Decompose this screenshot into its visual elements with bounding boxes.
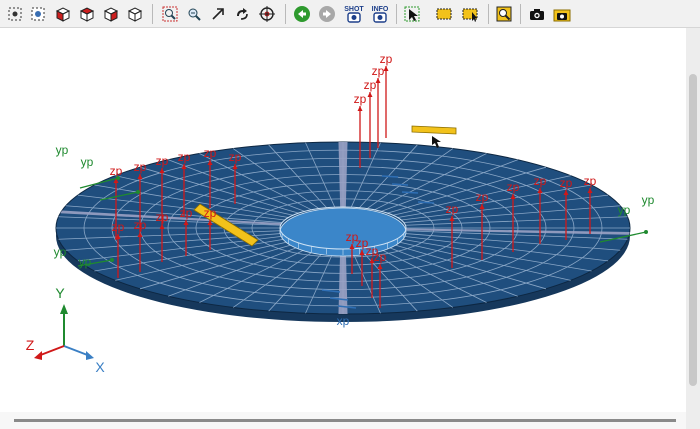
xp-arrow: [417, 201, 435, 204]
yp-label: yp: [79, 255, 92, 269]
triad-z-label: Z: [26, 337, 35, 353]
vertical-scroll-thumb[interactable]: [689, 74, 697, 386]
select-nodes-icon[interactable]: [28, 4, 48, 24]
zp-label: zp: [156, 210, 169, 224]
zoom-out-icon[interactable]: [184, 4, 204, 24]
yp-arrow-head: [116, 176, 120, 180]
yp-arrow-head: [136, 190, 140, 194]
zp-label: zp: [180, 206, 193, 220]
yp-arrow-head: [110, 258, 114, 262]
zp-label: zp: [446, 202, 459, 216]
3d-viewport[interactable]: zp zp zp zp zp zp zp zp zp zp zp zp zp zp zp zp zp zp zp zp…: [0, 28, 686, 412]
triad-y-label: Y: [55, 285, 65, 301]
zp-label: zp: [560, 176, 573, 190]
zp-arrow-head: [357, 106, 363, 111]
view-iso-icon[interactable]: [125, 4, 145, 24]
xp-arrow: [391, 183, 409, 186]
horizontal-scrollbar[interactable]: [0, 412, 686, 429]
yp-label: yp: [54, 245, 67, 259]
yp-label: yp: [56, 143, 69, 157]
info-label: INFO: [372, 6, 389, 13]
triad-z-head: [34, 351, 42, 360]
pan-icon[interactable]: [208, 4, 228, 24]
view-top-icon[interactable]: [77, 4, 97, 24]
toolbar-separator: [152, 4, 153, 24]
zp-label: zp: [134, 160, 147, 174]
info-icon[interactable]: INFO: [368, 4, 392, 24]
toolbar-separator: [520, 4, 521, 24]
view-front-icon[interactable]: [53, 4, 73, 24]
view-side-icon[interactable]: [101, 4, 121, 24]
vertical-scrollbar[interactable]: [686, 28, 700, 429]
toolbar-separator: [488, 4, 489, 24]
select-all-icon[interactable]: [5, 4, 25, 24]
center-view-icon[interactable]: [257, 4, 277, 24]
toolbar: SHOT INFO: [0, 0, 700, 28]
triad-x-label: X: [95, 359, 105, 375]
xp-arrow: [401, 191, 419, 194]
zp-label: zp: [374, 250, 387, 264]
search-zoom-icon[interactable]: [494, 4, 514, 24]
horizontal-scroll-thumb[interactable]: [14, 419, 676, 422]
zoom-window-icon[interactable]: [160, 4, 180, 24]
zp-label: zp: [380, 52, 393, 66]
box-select-icon[interactable]: [434, 4, 454, 24]
zp-label: zp: [178, 150, 191, 164]
zp-label: zp: [507, 180, 520, 194]
zp-label: zp: [204, 206, 217, 220]
shot-label: SHOT: [344, 6, 364, 13]
zp-label: zp: [372, 64, 385, 78]
zp-label: zp: [534, 174, 547, 188]
zp-label: zp: [112, 220, 125, 234]
rotate-icon[interactable]: [232, 4, 252, 24]
highlighted-element: [411, 125, 457, 135]
zp-label: zp: [156, 154, 169, 168]
toolbar-separator: [285, 4, 286, 24]
zp-label: zp: [110, 164, 123, 178]
zp-label: zp: [584, 174, 597, 188]
back-arrow-icon[interactable]: [292, 4, 312, 24]
zp-label: zp: [476, 190, 489, 204]
zp-label: zp: [354, 92, 367, 106]
zp-label: zp: [134, 218, 147, 232]
shot-icon[interactable]: SHOT: [342, 4, 366, 24]
xp-label: xp: [337, 314, 350, 328]
zp-arrow-head: [367, 92, 373, 97]
camera-folder-icon[interactable]: [552, 4, 572, 24]
forward-arrow-icon[interactable]: [317, 4, 337, 24]
camera-icon[interactable]: [527, 4, 547, 24]
lasso-select-icon[interactable]: [460, 4, 480, 24]
triad-y-head: [60, 304, 68, 314]
triad-x-head: [86, 351, 94, 360]
yp-label: yp: [618, 203, 631, 217]
yp-label: yp: [642, 193, 655, 207]
zp-label: zp: [229, 150, 242, 164]
xp-arrow: [381, 175, 399, 178]
toolbar-separator: [396, 4, 397, 24]
yp-arrow-head: [644, 230, 648, 234]
model-canvas[interactable]: zp zp zp zp zp zpzp zpzp zp zp zpzpzp zp zp zpzpzpzp…: [0, 28, 686, 412]
zp-label: zp: [204, 146, 217, 160]
yp-label: yp: [81, 155, 94, 169]
zp-label: zp: [364, 78, 377, 92]
pointer-select-icon[interactable]: [402, 4, 422, 24]
